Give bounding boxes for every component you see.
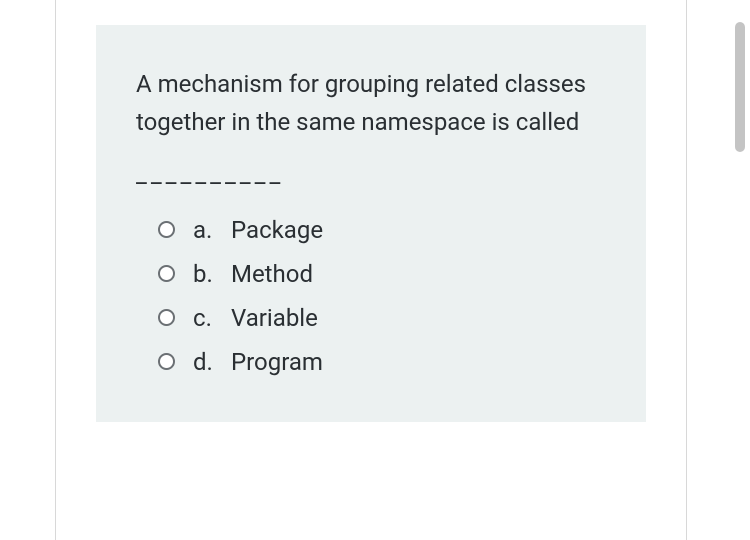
option-text: Package xyxy=(231,216,323,244)
radio-a[interactable] xyxy=(158,221,175,238)
option-text: Variable xyxy=(231,304,318,332)
scrollbar-thumb[interactable] xyxy=(735,22,745,152)
option-c[interactable]: c. Variable xyxy=(158,304,606,332)
radio-d[interactable] xyxy=(158,353,175,370)
option-d[interactable]: d. Program xyxy=(158,348,606,376)
radio-c[interactable] xyxy=(158,309,175,326)
question-card: A mechanism for grouping related classes… xyxy=(96,25,646,422)
option-letter: d. xyxy=(193,348,223,376)
question-frame: A mechanism for grouping related classes… xyxy=(55,0,687,540)
option-letter: b. xyxy=(193,260,223,288)
option-b[interactable]: b. Method xyxy=(158,260,606,288)
question-text: A mechanism for grouping related classes… xyxy=(136,65,606,142)
blank-line: __________ xyxy=(136,160,606,188)
option-a[interactable]: a. Package xyxy=(158,216,606,244)
options-list: a. Package b. Method c. Variable d. Prog… xyxy=(136,216,606,376)
option-letter: a. xyxy=(193,216,223,244)
radio-b[interactable] xyxy=(158,265,175,282)
option-letter: c. xyxy=(193,304,223,332)
option-text: Program xyxy=(231,348,323,376)
option-text: Method xyxy=(231,260,313,288)
